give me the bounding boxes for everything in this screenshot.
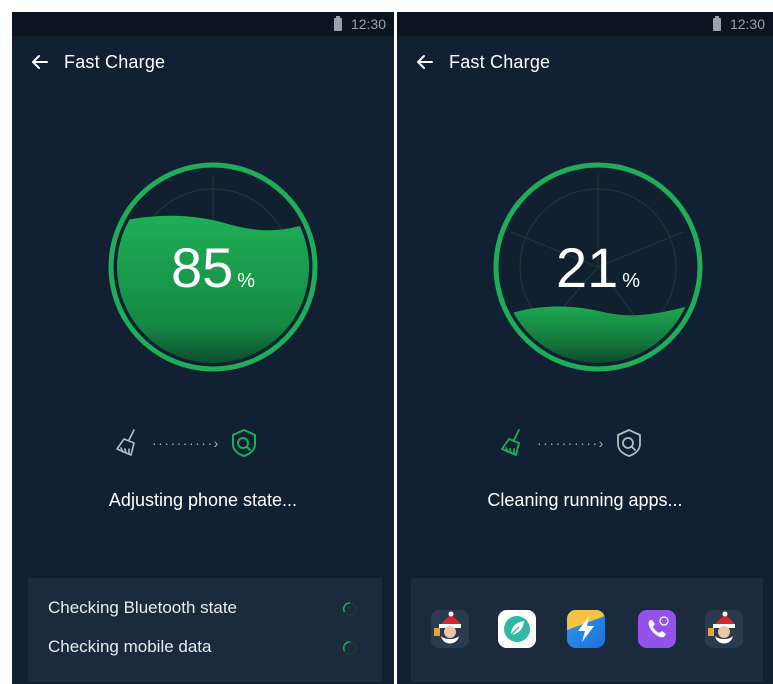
running-apps-list xyxy=(411,578,763,682)
check-item-bluetooth: Checking Bluetooth state xyxy=(48,598,362,620)
check-item-label: Checking mobile data xyxy=(48,637,212,656)
app-header: Fast Charge xyxy=(415,50,550,74)
progress-steps: ··········› xyxy=(112,426,260,460)
page-title: Fast Charge xyxy=(64,51,166,72)
shield-search-icon xyxy=(616,429,641,457)
status-time: 12:30 xyxy=(729,16,765,32)
charge-readout: 85% xyxy=(108,240,318,296)
app-header: Fast Charge xyxy=(30,50,165,74)
check-list: Checking Bluetooth state Checking mobile… xyxy=(28,578,382,682)
loading-spinner-icon xyxy=(342,641,357,655)
loading-spinner-icon xyxy=(342,602,357,616)
check-item-label: Checking Bluetooth state xyxy=(48,598,238,617)
broom-icon xyxy=(501,429,520,456)
arrow-left-icon[interactable] xyxy=(30,52,50,72)
charge-percent-value: 85 xyxy=(170,236,234,299)
charge-percent-unit: % xyxy=(237,270,256,292)
santa-game-app-icon xyxy=(431,610,469,648)
charge-percent-unit: % xyxy=(622,270,641,292)
battery-icon xyxy=(334,16,342,31)
status-message: Adjusting phone state... xyxy=(108,490,298,510)
phone-screen-left: 12:30 Fast Charge 85 % ··········› Adjus… xyxy=(12,12,394,684)
phone-screen-right: 12:30 Fast Charge 21 % ··········› Clean… xyxy=(397,12,773,684)
progress-dots: ··········› xyxy=(152,435,220,451)
progress-steps: ··········› xyxy=(497,426,645,460)
santa-game-app-icon xyxy=(705,610,743,648)
battery-icon xyxy=(713,16,721,31)
status-bar: 12:30 xyxy=(397,12,773,36)
broom-icon xyxy=(116,429,135,456)
check-item-mobile-data: Checking mobile data xyxy=(48,637,362,659)
shield-search-icon xyxy=(231,429,256,457)
charge-gauge: 21% xyxy=(493,162,703,372)
status-message: Cleaning running apps... xyxy=(487,490,683,510)
lightning-app-icon xyxy=(567,610,605,648)
charge-gauge: 85% xyxy=(108,162,318,372)
charge-percent-value: 21 xyxy=(555,236,619,299)
leaf-cleaner-app-icon xyxy=(498,610,536,648)
page-title: Fast Charge xyxy=(449,51,551,72)
charge-readout: 21% xyxy=(493,240,703,296)
phone-call-app-icon xyxy=(638,610,676,648)
status-bar: 12:30 xyxy=(12,12,394,36)
progress-dots: ··········› xyxy=(537,435,605,451)
arrow-left-icon[interactable] xyxy=(415,52,435,72)
status-time: 12:30 xyxy=(350,16,386,32)
